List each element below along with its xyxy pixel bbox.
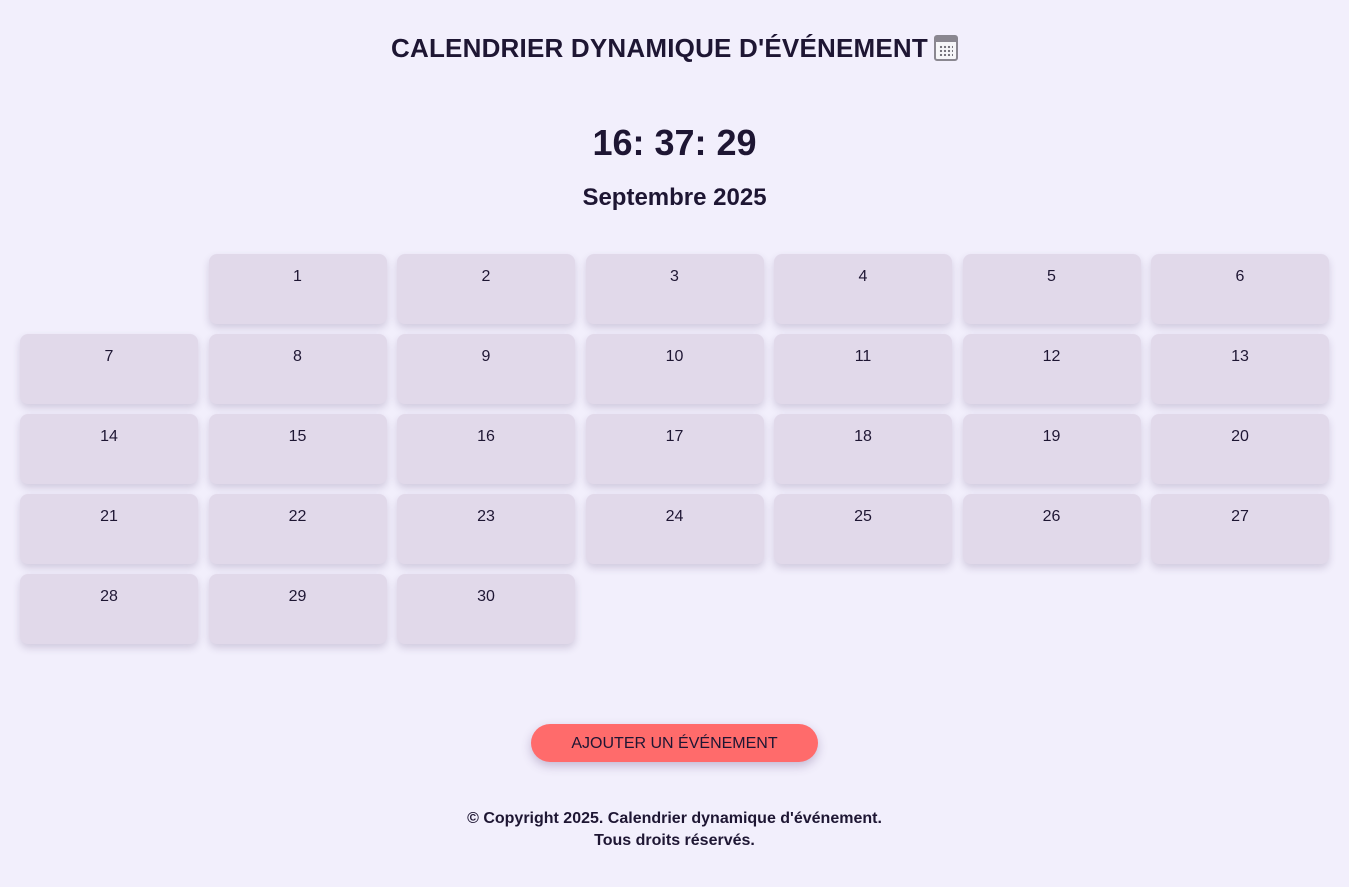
footer: © Copyright 2025. Calendrier dynamique d…: [0, 808, 1349, 852]
calendar-day-26[interactable]: 26: [962, 494, 1141, 564]
calendar-day-16[interactable]: 16: [397, 414, 575, 484]
calendar-day-30[interactable]: 30: [397, 574, 575, 644]
calendar-day-2[interactable]: 2: [397, 254, 575, 324]
live-clock: 16: 37: 29: [592, 122, 757, 163]
month-label: Septembre 2025: [582, 184, 767, 211]
calendar-empty-cell: [20, 254, 198, 324]
calendar-day-24[interactable]: 24: [585, 494, 764, 564]
calendar-day-13[interactable]: 13: [1151, 334, 1329, 404]
rights-text: Tous droits réservés.: [594, 832, 755, 849]
copyright-text: © Copyright 2025. Calendrier dynamique d…: [467, 810, 882, 827]
add-event-button[interactable]: AJOUTER UN ÉVÉNEMENT: [531, 724, 818, 762]
calendar-icon: [933, 35, 958, 61]
calendar-day-28[interactable]: 28: [20, 574, 198, 644]
calendar-day-11[interactable]: 11: [774, 334, 952, 404]
calendar-day-3[interactable]: 3: [585, 254, 764, 324]
calendar-day-1[interactable]: 1: [208, 254, 387, 324]
calendar-day-7[interactable]: 7: [20, 334, 198, 404]
calendar-day-25[interactable]: 25: [774, 494, 952, 564]
calendar-day-5[interactable]: 5: [962, 254, 1141, 324]
calendar-day-18[interactable]: 18: [774, 414, 952, 484]
calendar-day-22[interactable]: 22: [208, 494, 387, 564]
calendar-day-10[interactable]: 10: [585, 334, 764, 404]
calendar-day-20[interactable]: 20: [1151, 414, 1329, 484]
calendar-day-15[interactable]: 15: [208, 414, 387, 484]
calendar-day-29[interactable]: 29: [208, 574, 387, 644]
calendar-day-17[interactable]: 17: [585, 414, 764, 484]
calendar-day-12[interactable]: 12: [962, 334, 1141, 404]
page-title-text: CALENDRIER DYNAMIQUE D'ÉVÉNEMENT: [391, 33, 928, 63]
calendar-day-23[interactable]: 23: [397, 494, 575, 564]
page-title: CALENDRIER DYNAMIQUE D'ÉVÉNEMENT: [0, 33, 1349, 64]
calendar-day-9[interactable]: 9: [397, 334, 575, 404]
calendar-day-8[interactable]: 8: [208, 334, 387, 404]
calendar-day-21[interactable]: 21: [20, 494, 198, 564]
calendar-grid: 1 2 3 4 5 6 7 8 9 10 11 12 13 14 15 16 17 18 19 20 21 22 23 24 2…: [20, 254, 1329, 644]
calendar-day-19[interactable]: 19: [962, 414, 1141, 484]
calendar-day-6[interactable]: 6: [1151, 254, 1329, 324]
calendar-day-14[interactable]: 14: [20, 414, 198, 484]
calendar-day-27[interactable]: 27: [1151, 494, 1329, 564]
calendar-day-4[interactable]: 4: [774, 254, 952, 324]
